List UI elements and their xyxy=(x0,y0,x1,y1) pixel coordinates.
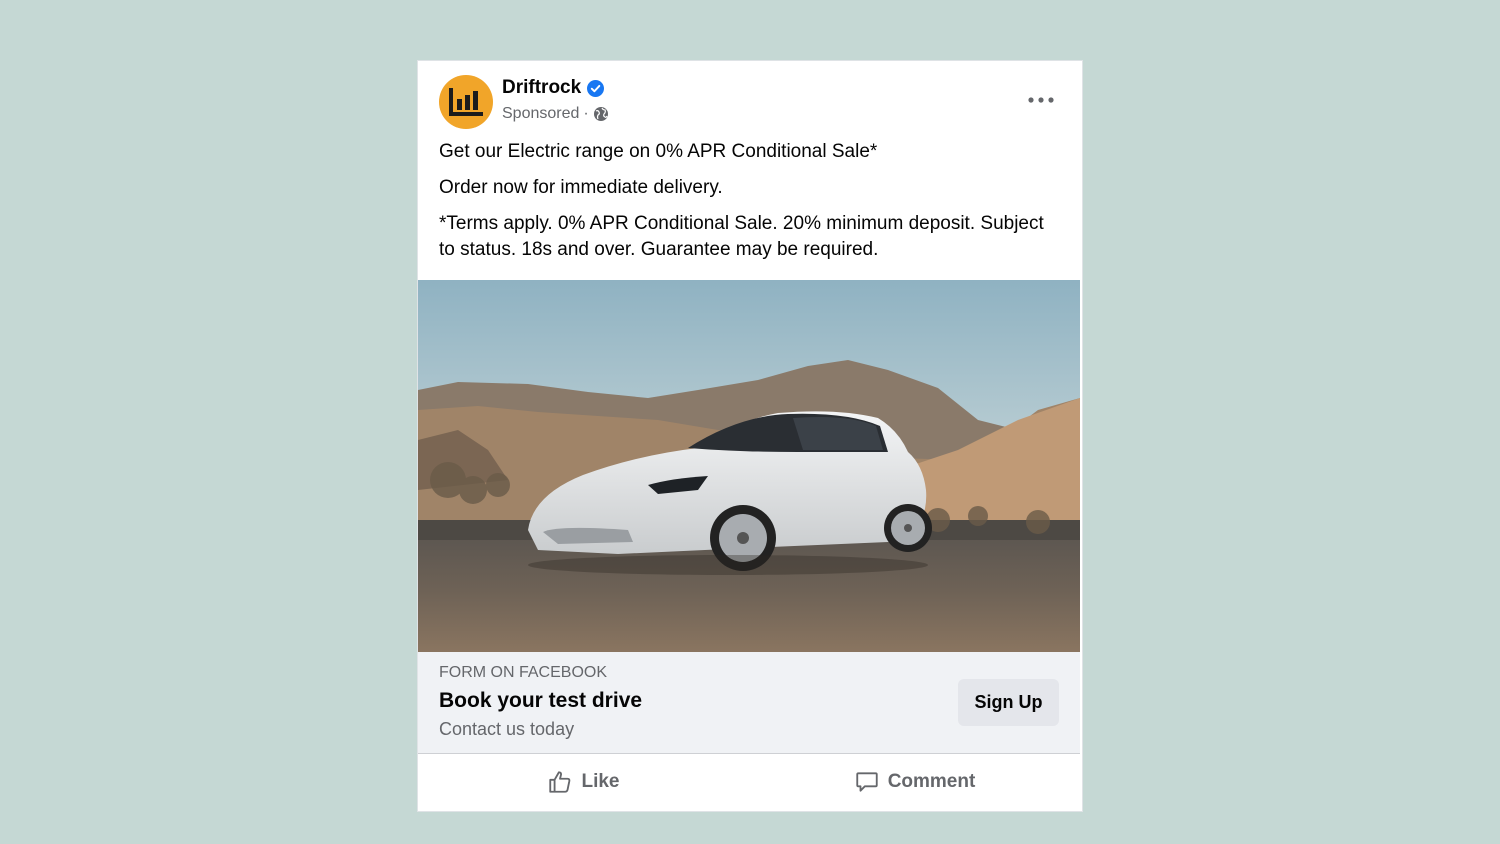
post-text-line: Order now for immediate delivery. xyxy=(439,177,723,198)
page-name-label[interactable]: Driftrock xyxy=(502,77,581,99)
more-options-icon xyxy=(1028,97,1054,103)
verified-badge-icon xyxy=(587,79,605,97)
car-photo xyxy=(418,280,1080,652)
sponsored-meta: Sponsored · xyxy=(502,105,609,123)
post-actions: Like Comment xyxy=(418,753,1080,809)
sponsored-post-card: Driftrock Sponsored · Get our Electric r… xyxy=(417,60,1083,812)
page-name[interactable]: Driftrock xyxy=(502,77,605,99)
more-options-button[interactable] xyxy=(1021,89,1061,111)
comment-bubble-icon xyxy=(856,771,878,792)
like-button[interactable]: Like xyxy=(418,754,749,809)
meta-separator: · xyxy=(583,105,589,122)
post-text-line: Get our Electric range on 0% APR Conditi… xyxy=(439,141,878,162)
ad-image[interactable] xyxy=(418,280,1080,652)
cta-source: FORM ON FACEBOOK xyxy=(439,664,608,681)
post-header: Driftrock Sponsored · xyxy=(439,75,1063,131)
like-label: Like xyxy=(581,770,620,792)
comment-button[interactable]: Comment xyxy=(749,754,1080,809)
sponsored-label: Sponsored xyxy=(502,105,580,122)
cta-headline[interactable]: Book your test drive xyxy=(439,689,642,713)
sign-up-button[interactable]: Sign Up xyxy=(958,679,1059,726)
globe-icon[interactable] xyxy=(593,106,609,122)
driftrock-logo-icon xyxy=(449,88,483,116)
post-body-text: Get our Electric range on 0% APR Conditi… xyxy=(439,139,1059,273)
page-avatar[interactable] xyxy=(439,75,493,129)
post-text-line: *Terms apply. 0% APR Conditional Sale. 2… xyxy=(439,213,1044,260)
thumbs-up-icon xyxy=(549,770,571,793)
cta-description: Contact us today xyxy=(439,719,575,739)
comment-label: Comment xyxy=(887,770,976,792)
cta-bar[interactable]: FORM ON FACEBOOK Book your test drive Co… xyxy=(418,652,1080,753)
